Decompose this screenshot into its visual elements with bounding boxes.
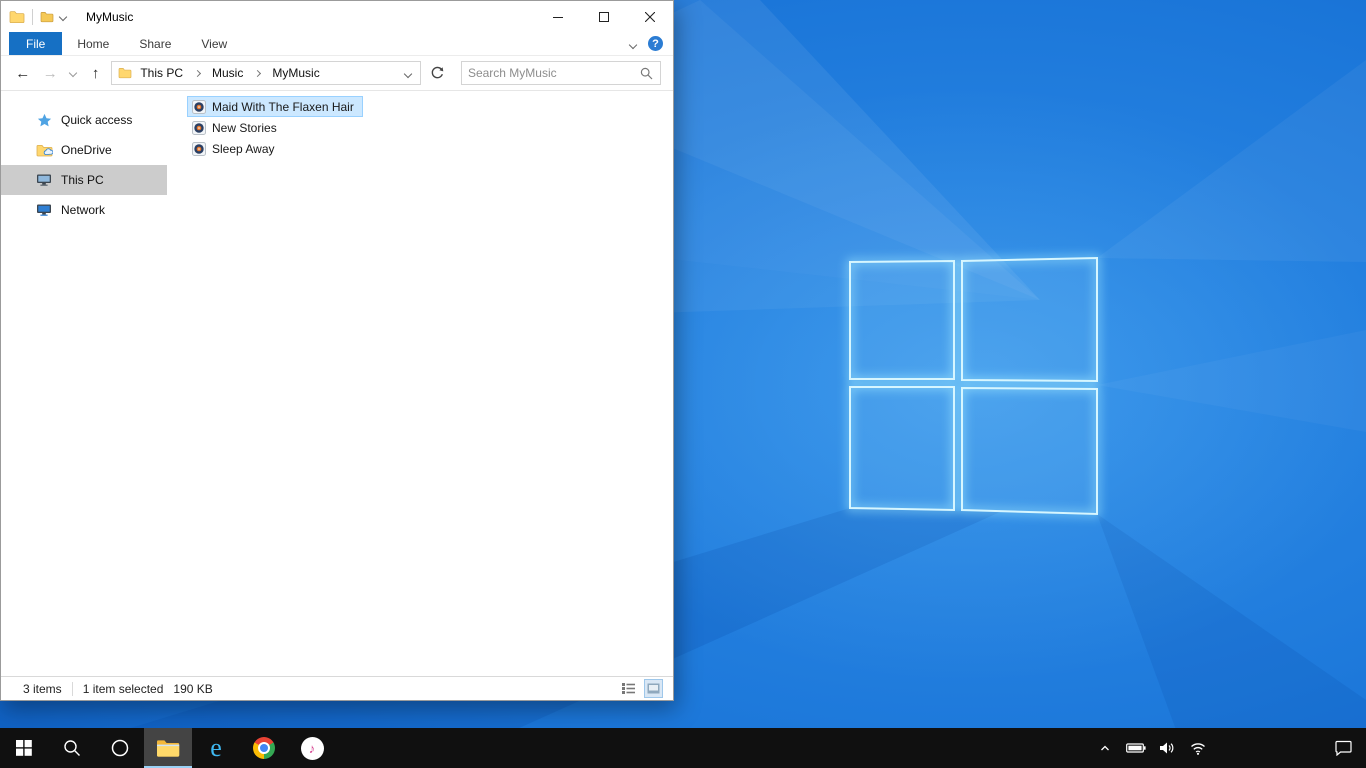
close-button[interactable] — [627, 1, 673, 32]
breadcrumb-mymusic[interactable]: MyMusic — [268, 66, 323, 80]
search-box — [460, 61, 661, 85]
breadcrumb-separator-icon — [193, 69, 202, 77]
action-center-button[interactable] — [1320, 728, 1366, 768]
network-icon — [35, 203, 53, 217]
file-item-sleep-away[interactable]: Sleep Away — [187, 138, 284, 159]
onedrive-icon — [35, 144, 53, 157]
titlebar[interactable]: MyMusic — [1, 1, 673, 32]
help-icon[interactable]: ? — [648, 36, 663, 51]
start-button[interactable] — [0, 728, 48, 768]
system-folder-icon — [9, 10, 25, 24]
qat-properties-button[interactable] — [40, 11, 54, 23]
sidebar-item-network[interactable]: Network — [1, 195, 167, 225]
ribbon-tab-bar: File Home Share View ? — [1, 32, 673, 55]
sidebar-item-label: Network — [61, 203, 106, 217]
hidden-icons-chevron-icon[interactable] — [1095, 728, 1115, 768]
forward-button[interactable]: → — [39, 61, 63, 85]
address-bar[interactable]: This PC Music MyMusic — [111, 61, 422, 85]
maximize-button[interactable] — [581, 1, 627, 32]
itunes-icon: ♪ — [300, 736, 324, 760]
window-title: MyMusic — [86, 9, 134, 24]
qat-divider — [32, 8, 33, 25]
file-list: Maid With The Flaxen Hair New Stories Sl… — [167, 91, 673, 676]
address-folder-icon — [118, 67, 132, 79]
taskbar-internet-explorer-button[interactable]: e — [192, 728, 240, 768]
sidebar-item-label: OneDrive — [61, 143, 112, 157]
ribbon-expand-chevron-icon[interactable] — [628, 37, 638, 51]
statusbar: 3 items 1 item selected 190 KB — [1, 676, 673, 700]
music-file-icon — [192, 141, 206, 156]
taskbar-chrome-button[interactable] — [240, 728, 288, 768]
sidebar-item-label: This PC — [61, 173, 104, 187]
file-item-new-stories[interactable]: New Stories — [187, 117, 286, 138]
sidebar-item-label: Quick access — [61, 113, 133, 127]
taskbar: e ♪ — [0, 728, 1366, 768]
search-icon[interactable] — [638, 67, 660, 80]
tab-home[interactable]: Home — [62, 32, 124, 55]
internet-explorer-icon: e — [210, 733, 222, 762]
qat-customize-chevron-icon[interactable] — [58, 12, 68, 21]
breadcrumb-this-pc[interactable]: This PC — [136, 66, 187, 80]
minimize-button[interactable] — [535, 1, 581, 32]
tab-share[interactable]: Share — [124, 32, 186, 55]
item-count: 3 items — [23, 681, 62, 696]
sidebar-item-onedrive[interactable]: OneDrive — [1, 135, 167, 165]
this-pc-icon — [35, 173, 53, 187]
quick-access-star-icon — [35, 113, 53, 128]
taskbar-itunes-button[interactable]: ♪ — [288, 728, 336, 768]
back-button[interactable]: ← — [11, 61, 35, 85]
battery-icon[interactable] — [1126, 728, 1146, 768]
search-input[interactable] — [461, 66, 638, 80]
desktop[interactable]: MyMusic File Home Share View ? ← → ↑ Thi… — [0, 0, 1366, 768]
navigation-pane: Quick access OneDrive This PC Network — [1, 91, 167, 676]
large-icons-view-button[interactable] — [644, 679, 663, 698]
up-button[interactable]: ↑ — [84, 61, 108, 85]
sidebar-item-quick-access[interactable]: Quick access — [1, 105, 167, 135]
taskbar-search-button[interactable] — [48, 728, 96, 768]
volume-icon[interactable] — [1157, 728, 1177, 768]
cortana-button[interactable] — [96, 728, 144, 768]
breadcrumb-separator-icon — [254, 69, 262, 77]
music-file-icon — [192, 120, 206, 135]
breadcrumb-music[interactable]: Music — [208, 66, 247, 80]
details-view-button[interactable] — [619, 679, 638, 698]
selection-size: 190 KB — [173, 681, 213, 696]
address-toolbar: ← → ↑ This PC Music MyMusic — [1, 55, 673, 91]
file-name: New Stories — [212, 120, 277, 135]
refresh-button[interactable] — [425, 61, 449, 85]
chrome-icon — [253, 737, 275, 759]
tab-view[interactable]: View — [186, 32, 242, 55]
tab-file[interactable]: File — [9, 32, 63, 55]
address-dropdown-chevron-icon[interactable] — [400, 66, 416, 80]
status-divider — [71, 681, 73, 696]
file-name: Sleep Away — [212, 141, 275, 156]
selection-count: 1 item selected — [82, 681, 164, 696]
file-name: Maid With The Flaxen Hair — [212, 99, 354, 114]
system-tray — [1095, 728, 1208, 768]
music-file-icon — [192, 99, 206, 114]
network-wifi-icon[interactable] — [1188, 728, 1208, 768]
taskbar-file-explorer-button[interactable] — [144, 728, 192, 768]
file-explorer-window: MyMusic File Home Share View ? ← → ↑ Thi… — [0, 0, 674, 701]
file-item-maid-with-the-flaxen-hair[interactable]: Maid With The Flaxen Hair — [187, 96, 363, 117]
sidebar-item-this-pc[interactable]: This PC — [1, 165, 167, 195]
recent-locations-chevron-icon[interactable] — [66, 61, 80, 85]
